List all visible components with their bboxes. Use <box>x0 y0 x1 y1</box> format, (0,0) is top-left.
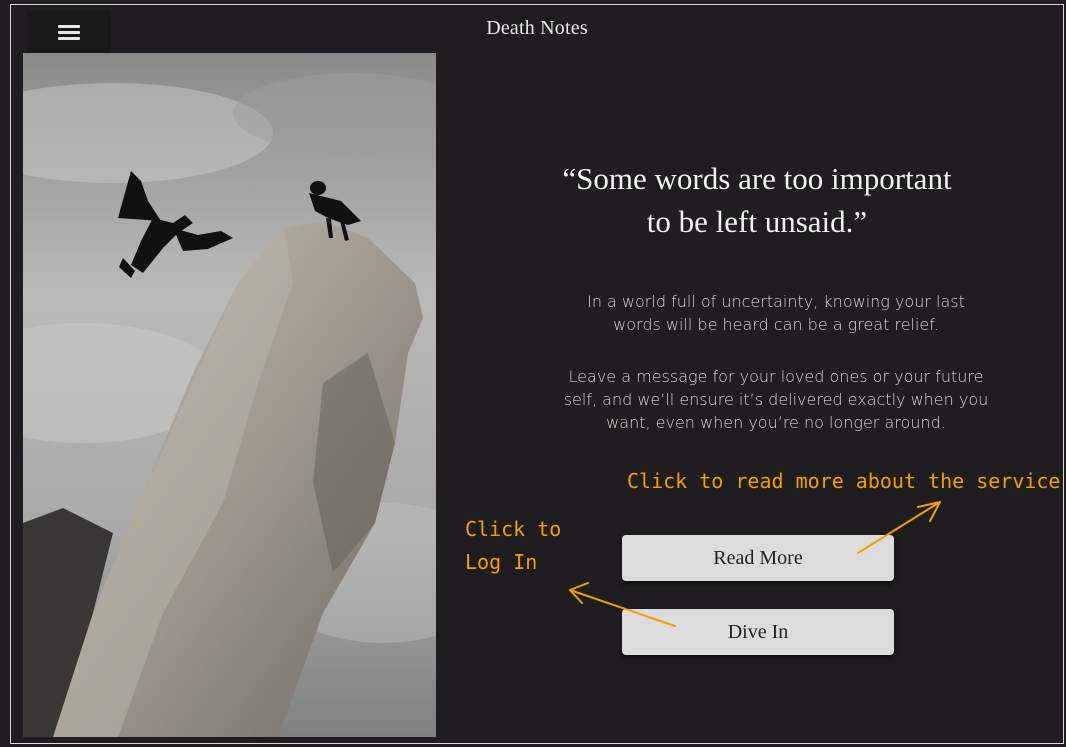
read-more-button[interactable]: Read More <box>622 535 894 581</box>
app-window: Death Notes “Some words are too importan… <box>10 4 1064 744</box>
login-annotation: Click to Log In <box>465 513 561 579</box>
login-annotation-line-2: Log In <box>465 550 538 574</box>
login-annotation-line-1: Click to <box>465 517 562 541</box>
description-paragraph: Leave a message for your loved ones or y… <box>563 367 989 432</box>
hero-image-crows-on-rock <box>23 53 436 737</box>
quote-line-1: “Some words are too important <box>562 161 952 196</box>
crows-illustration <box>23 53 436 737</box>
read-more-annotation: Click to read more about the service <box>627 469 1061 493</box>
app-title: Death Notes <box>486 17 588 39</box>
hero-quote: “Some words are too important to be left… <box>441 157 1066 243</box>
quote-line-2: to be left unsaid.” <box>646 204 868 239</box>
hero-content: “Some words are too important to be left… <box>441 53 1063 737</box>
dive-in-button[interactable]: Dive In <box>622 609 894 655</box>
intro-paragraph: In a world full of uncertainty, knowing … <box>587 292 965 334</box>
top-bar: Death Notes <box>11 5 1063 55</box>
